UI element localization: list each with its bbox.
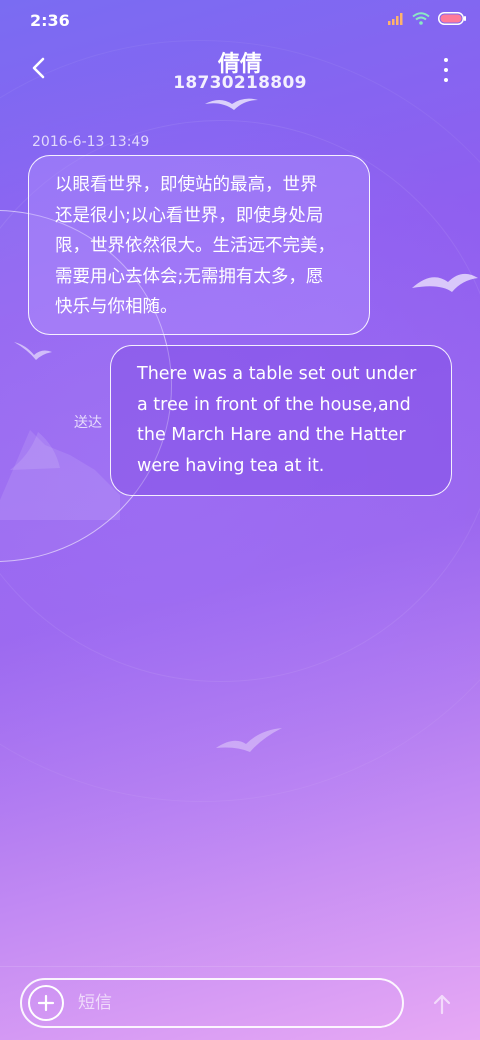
message-line: 还是很小;以心看世界，即使身处局 (55, 205, 324, 226)
message-input[interactable] (78, 980, 388, 1026)
message-line: 以眼看世界，即使站的最高，世界 (55, 175, 318, 195)
status-bar: 2:36 (0, 0, 480, 40)
message-line: the March Hare and the Hatter (137, 425, 406, 445)
incoming-message-bubble[interactable]: 以眼看世界，即使站的最高，世界 还是很小;以心看世界，即使身处局 限，世界依然很… (28, 155, 370, 335)
status-icons (388, 12, 466, 25)
arrow-up-icon (433, 994, 451, 1015)
message-line: 限，世界依然很大。生活远不完美， (55, 236, 335, 256)
message-composer (0, 966, 480, 1040)
more-vertical-icon-dot (444, 68, 448, 72)
plus-icon (37, 994, 55, 1012)
more-vertical-icon-dot (444, 78, 448, 82)
status-time: 2:36 (30, 11, 70, 30)
message-timestamp: 2016-6-13 13:49 (32, 134, 150, 150)
message-line: 快乐与你相随。 (55, 297, 178, 317)
message-line: a tree in front of the house,and (137, 394, 411, 415)
send-button[interactable] (426, 988, 458, 1020)
message-input-container (20, 978, 404, 1028)
contact-number: 18730218809 (173, 73, 307, 93)
message-line: There was a table set out under (137, 364, 417, 384)
conversation-header: 倩倩 18730218809 (0, 40, 480, 104)
composer-divider (0, 966, 480, 967)
delivery-status: 送达 (74, 415, 102, 431)
message-line: 需要用心去体会;无需拥有太多，愿 (55, 266, 324, 287)
wifi-icon (412, 12, 430, 25)
message-line: were having tea at it. (137, 455, 325, 476)
battery-icon (438, 12, 466, 25)
more-menu-button[interactable] (442, 58, 450, 82)
add-attachment-button[interactable] (28, 985, 64, 1021)
more-vertical-icon-dot (444, 58, 448, 62)
outgoing-message-bubble[interactable]: There was a table set out under a tree i… (110, 345, 452, 496)
signal-icon (388, 12, 403, 25)
